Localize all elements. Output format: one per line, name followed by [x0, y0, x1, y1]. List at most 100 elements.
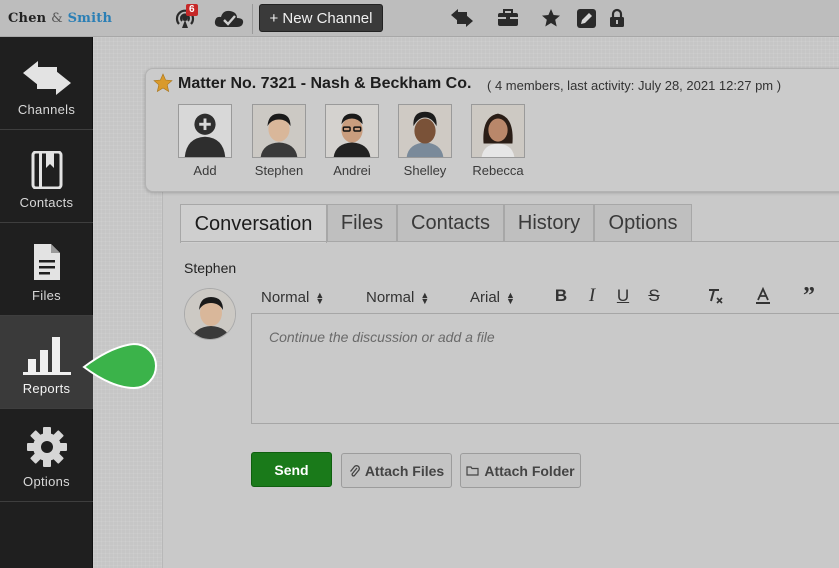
message-editor[interactable]: Continue the discussion or add a file — [251, 313, 839, 424]
member-avatar-shelley[interactable] — [398, 104, 452, 158]
sidebar-item-channels[interactable]: Channels — [0, 37, 93, 130]
toolbar-divider — [252, 4, 253, 34]
member-avatar-stephen[interactable] — [252, 104, 306, 158]
sidebar-item-label: Files — [32, 288, 61, 303]
tab-contacts[interactable]: Contacts — [397, 204, 504, 242]
attach-folder-label: Attach Folder — [484, 462, 575, 479]
cloud-sync-button[interactable] — [212, 6, 246, 30]
size-select[interactable]: Normal ▲ ▼ — [366, 289, 429, 306]
composer-author-name: Stephen — [184, 260, 237, 276]
member-name: Add — [193, 163, 217, 178]
avatar — [253, 105, 305, 157]
tab-underline — [180, 241, 839, 242]
sidebar-item-files[interactable]: Files — [0, 223, 93, 316]
select-arrows-icon: ▲ ▼ — [420, 289, 430, 306]
bar-chart-icon — [22, 337, 71, 375]
tab-conversation[interactable]: Conversation — [180, 204, 327, 243]
sidebar-item-contacts[interactable]: Contacts — [0, 130, 93, 223]
composer-author-avatar — [184, 288, 236, 340]
matter-meta: ( 4 members, last activity: July 28, 202… — [487, 78, 782, 93]
text-color-button[interactable] — [752, 285, 774, 307]
select-arrows-icon: ▲ ▼ — [315, 289, 325, 306]
italic-icon: I — [588, 285, 596, 306]
avatar — [326, 105, 378, 157]
folder-icon — [466, 466, 479, 476]
bold-icon: B — [554, 286, 568, 305]
member-avatar-rebecca[interactable] — [471, 104, 525, 158]
highlight-marker — [82, 342, 157, 390]
tab-files[interactable]: Files — [327, 204, 397, 242]
avatar — [185, 289, 235, 339]
sidebar: Channels Contacts Files Reports Options — [0, 37, 93, 568]
sidebar-item-label: Options — [23, 474, 70, 489]
sidebar-item-reports[interactable]: Reports — [0, 316, 93, 409]
logo-text-chen: Chen — [8, 11, 47, 26]
bold-button[interactable]: B — [550, 285, 572, 307]
member-avatar-andrei[interactable] — [325, 104, 379, 158]
sidebar-item-label: Contacts — [19, 195, 74, 210]
member-name: Shelley — [403, 163, 447, 178]
heading-select-value: Normal — [261, 289, 310, 306]
font-select[interactable]: Arial ▲ ▼ — [470, 289, 515, 306]
swap-arrows-icon — [451, 9, 473, 27]
attach-files-button[interactable]: Attach Files — [341, 453, 452, 488]
add-person-icon — [184, 113, 226, 157]
app-logo[interactable]: Chen & Smith — [8, 11, 112, 26]
text-color-icon — [756, 287, 770, 304]
blockquote-button[interactable]: ” — [798, 282, 820, 309]
quote-icon: ” — [803, 282, 815, 309]
select-arrows-icon: ▲ ▼ — [506, 289, 515, 306]
avatar — [472, 105, 524, 157]
swap-arrows-icon — [22, 61, 71, 95]
sidebar-item-options[interactable]: Options — [0, 409, 93, 502]
briefcase-button[interactable] — [496, 6, 520, 30]
heading-select[interactable]: Normal ▲ ▼ — [261, 289, 324, 306]
member-name: Stephen — [254, 163, 304, 178]
strikethrough-button[interactable]: S — [643, 285, 665, 307]
logo-text-smith: Smith — [67, 11, 113, 26]
matter-title: Matter No. 7321 - Nash & Beckham Co. — [178, 75, 472, 92]
attach-files-label: Attach Files — [364, 462, 445, 479]
send-button[interactable]: Send — [251, 452, 332, 487]
size-select-value: Normal — [366, 289, 415, 306]
notifications-button[interactable]: 6 — [172, 4, 198, 30]
lock-icon — [610, 8, 624, 27]
address-book-icon — [31, 151, 62, 189]
document-icon — [33, 244, 60, 280]
briefcase-icon — [498, 9, 518, 26]
top-bar: Chen & Smith 6 + New Channel — [0, 0, 839, 37]
member-name: Andrei — [333, 163, 371, 178]
underline-icon: U — [616, 286, 630, 305]
member-name: Rebecca — [472, 163, 524, 178]
italic-button[interactable]: I — [581, 285, 603, 307]
logo-ampersand: & — [51, 11, 63, 26]
strikethrough-icon: S — [648, 286, 660, 305]
new-channel-label: + New Channel — [269, 9, 373, 27]
switch-channel-button[interactable] — [448, 6, 476, 30]
attach-folder-button[interactable]: Attach Folder — [460, 453, 581, 488]
sidebar-item-label: Reports — [22, 381, 71, 396]
sidebar-item-label: Channels — [17, 102, 76, 117]
clear-format-button[interactable] — [704, 285, 726, 307]
send-label: Send — [274, 461, 309, 478]
tab-history[interactable]: History — [504, 204, 594, 242]
tab-options[interactable]: Options — [594, 204, 692, 242]
notification-badge: 6 — [186, 4, 198, 16]
pencil-square-icon — [576, 8, 596, 28]
clear-format-icon — [709, 289, 723, 304]
paperclip-icon — [349, 464, 360, 477]
favorites-button[interactable] — [539, 6, 563, 30]
lock-button[interactable] — [607, 6, 627, 30]
underline-button[interactable]: U — [612, 285, 634, 307]
editor-placeholder: Continue the discussion or add a file — [269, 329, 495, 345]
cloud-check-icon — [214, 10, 244, 27]
matter-card: Matter No. 7321 - Nash & Beckham Co. ( 4… — [145, 68, 839, 192]
font-select-value: Arial — [470, 289, 501, 306]
add-member-button[interactable] — [178, 104, 232, 158]
favorite-star-icon[interactable] — [153, 73, 173, 93]
avatar — [399, 105, 451, 157]
star-icon — [542, 9, 560, 27]
gear-icon — [26, 427, 67, 467]
edit-button[interactable] — [575, 6, 597, 30]
new-channel-button[interactable]: + New Channel — [259, 4, 383, 32]
